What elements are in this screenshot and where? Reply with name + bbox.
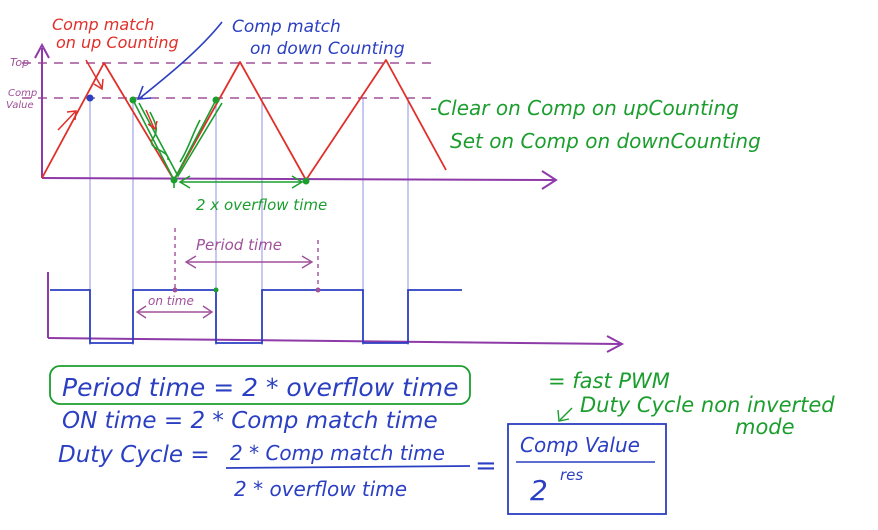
formula-equals: =	[475, 451, 497, 481]
formula-duty-numerator: 2 * Comp match time	[230, 441, 445, 465]
up-count-match-dot-2	[212, 96, 220, 104]
fraction-bar	[225, 465, 471, 469]
label-comp-match-up: Comp match on up Counting	[52, 15, 179, 52]
bottom-dot	[170, 176, 178, 184]
note-pointer-head	[557, 409, 570, 422]
label-set-on-comp: Set on Comp on downCounting	[450, 129, 761, 153]
reference-dashed-lines	[22, 62, 432, 99]
formula-period-time: Period time = 2 * overflow time	[62, 373, 458, 402]
match-markers	[86, 94, 310, 185]
label-line: Comp	[8, 88, 37, 99]
boxed-exponent: res	[560, 466, 583, 484]
pwm-dot	[172, 287, 178, 293]
label-period-time: Period time	[196, 236, 282, 254]
label-clear-on-comp: -Clear on Comp on upCounting	[430, 96, 739, 120]
up-count-match-dot	[86, 94, 94, 102]
label-line: on down Counting	[250, 39, 405, 59]
note-pointer-line	[559, 407, 573, 421]
note-line: Duty Cycle non inverted	[580, 393, 835, 417]
label-line: Comp match	[52, 15, 154, 34]
green-highlight-strokes	[132, 99, 223, 188]
formula-duty-denominator: 2 * overflow time	[234, 477, 407, 501]
vertical-guide-lines	[89, 95, 409, 345]
label-line: Comp match	[232, 17, 341, 37]
formula-on-time: ON time = 2 * Comp match time	[62, 408, 438, 434]
label-line: on up Counting	[56, 33, 179, 52]
boxed-numerator: Comp Value	[520, 433, 640, 457]
red-arrow	[85, 59, 103, 89]
note-fast-pwm: = fast PWM	[548, 369, 670, 393]
pwm-dot	[213, 287, 219, 293]
pwm-diagram-canvas: Comp match on up Counting Comp match on …	[6, 15, 835, 515]
pwm-square-wave	[50, 289, 462, 344]
pwm-dot	[315, 287, 321, 293]
label-comp-value: Comp Value	[6, 88, 37, 111]
down-count-match-dot	[129, 96, 137, 104]
bottom-dot	[302, 177, 310, 185]
boxed-base: 2	[530, 474, 548, 507]
lower-axes	[47, 272, 625, 353]
label-top: Top	[10, 56, 29, 69]
label-line: Value	[6, 100, 34, 111]
label-comp-match-down: Comp match on down Counting	[232, 17, 405, 59]
label-overflow-time: 2 x overflow time	[196, 196, 327, 214]
counter-triangle-wave	[41, 59, 447, 181]
label-on-time: on time	[148, 294, 194, 308]
note-pointer	[557, 407, 573, 422]
note-line: mode	[735, 415, 795, 439]
formula-duty-cycle-label: Duty Cycle =	[58, 442, 210, 468]
green-loop	[149, 111, 169, 161]
